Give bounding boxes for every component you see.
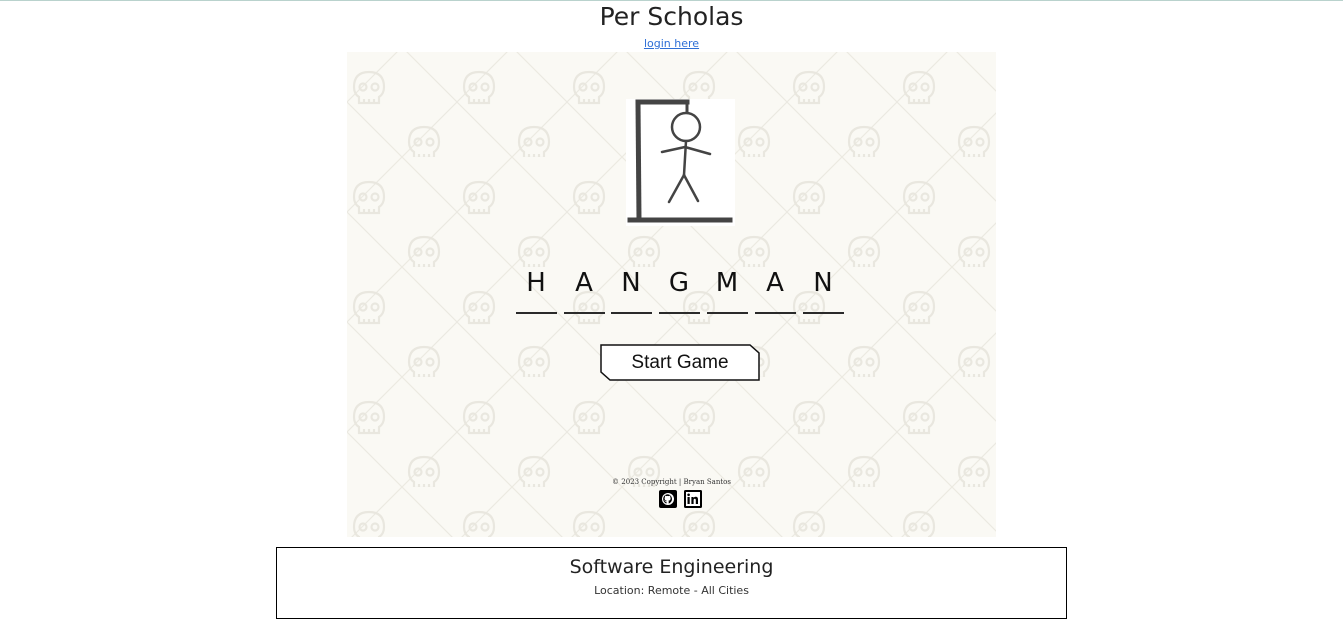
course-title: Software Engineering	[569, 556, 774, 578]
title-letter: N	[813, 268, 833, 298]
title-letter-slot: N	[802, 268, 844, 314]
course-card: Software Engineering Location: Remote - …	[276, 547, 1067, 619]
title-letter: A	[575, 268, 593, 298]
hangman-gallows-image	[626, 99, 735, 226]
letter-underline	[707, 312, 748, 314]
linkedin-icon[interactable]	[684, 490, 702, 508]
title-letter-slot: M	[706, 268, 748, 314]
login-link[interactable]: login here	[644, 37, 699, 50]
page-title: Per Scholas	[599, 2, 744, 31]
letter-underline	[564, 312, 605, 314]
hangman-title: H A N G M A N	[515, 268, 849, 314]
title-letter-slot: H	[515, 268, 557, 314]
github-icon[interactable]	[659, 490, 677, 508]
letter-underline	[659, 312, 700, 314]
letter-underline	[516, 312, 557, 314]
start-game-button[interactable]: Start Game	[600, 344, 760, 381]
title-letter: M	[715, 268, 739, 298]
title-letter-slot: N	[610, 268, 652, 314]
start-game-label: Start Game	[631, 352, 729, 373]
letter-underline	[803, 312, 844, 314]
course-location: Location: Remote - All Cities	[594, 584, 749, 597]
copyright-text: © 2023 Copyright | Bryan Santos	[612, 478, 731, 486]
title-letter: H	[526, 268, 546, 298]
letter-underline	[755, 312, 796, 314]
title-letter-slot: G	[658, 268, 700, 314]
letter-underline	[611, 312, 652, 314]
title-letter-slot: A	[754, 268, 796, 314]
title-letter: N	[621, 268, 641, 298]
login-link-wrapper: login here	[0, 37, 1343, 51]
hangman-game-frame: H A N G M A N Start Game © 2023 Copyrigh…	[347, 52, 996, 537]
title-letter: G	[668, 268, 690, 298]
title-letter-slot: A	[563, 268, 605, 314]
social-links	[657, 490, 707, 510]
title-letter: A	[766, 268, 784, 298]
